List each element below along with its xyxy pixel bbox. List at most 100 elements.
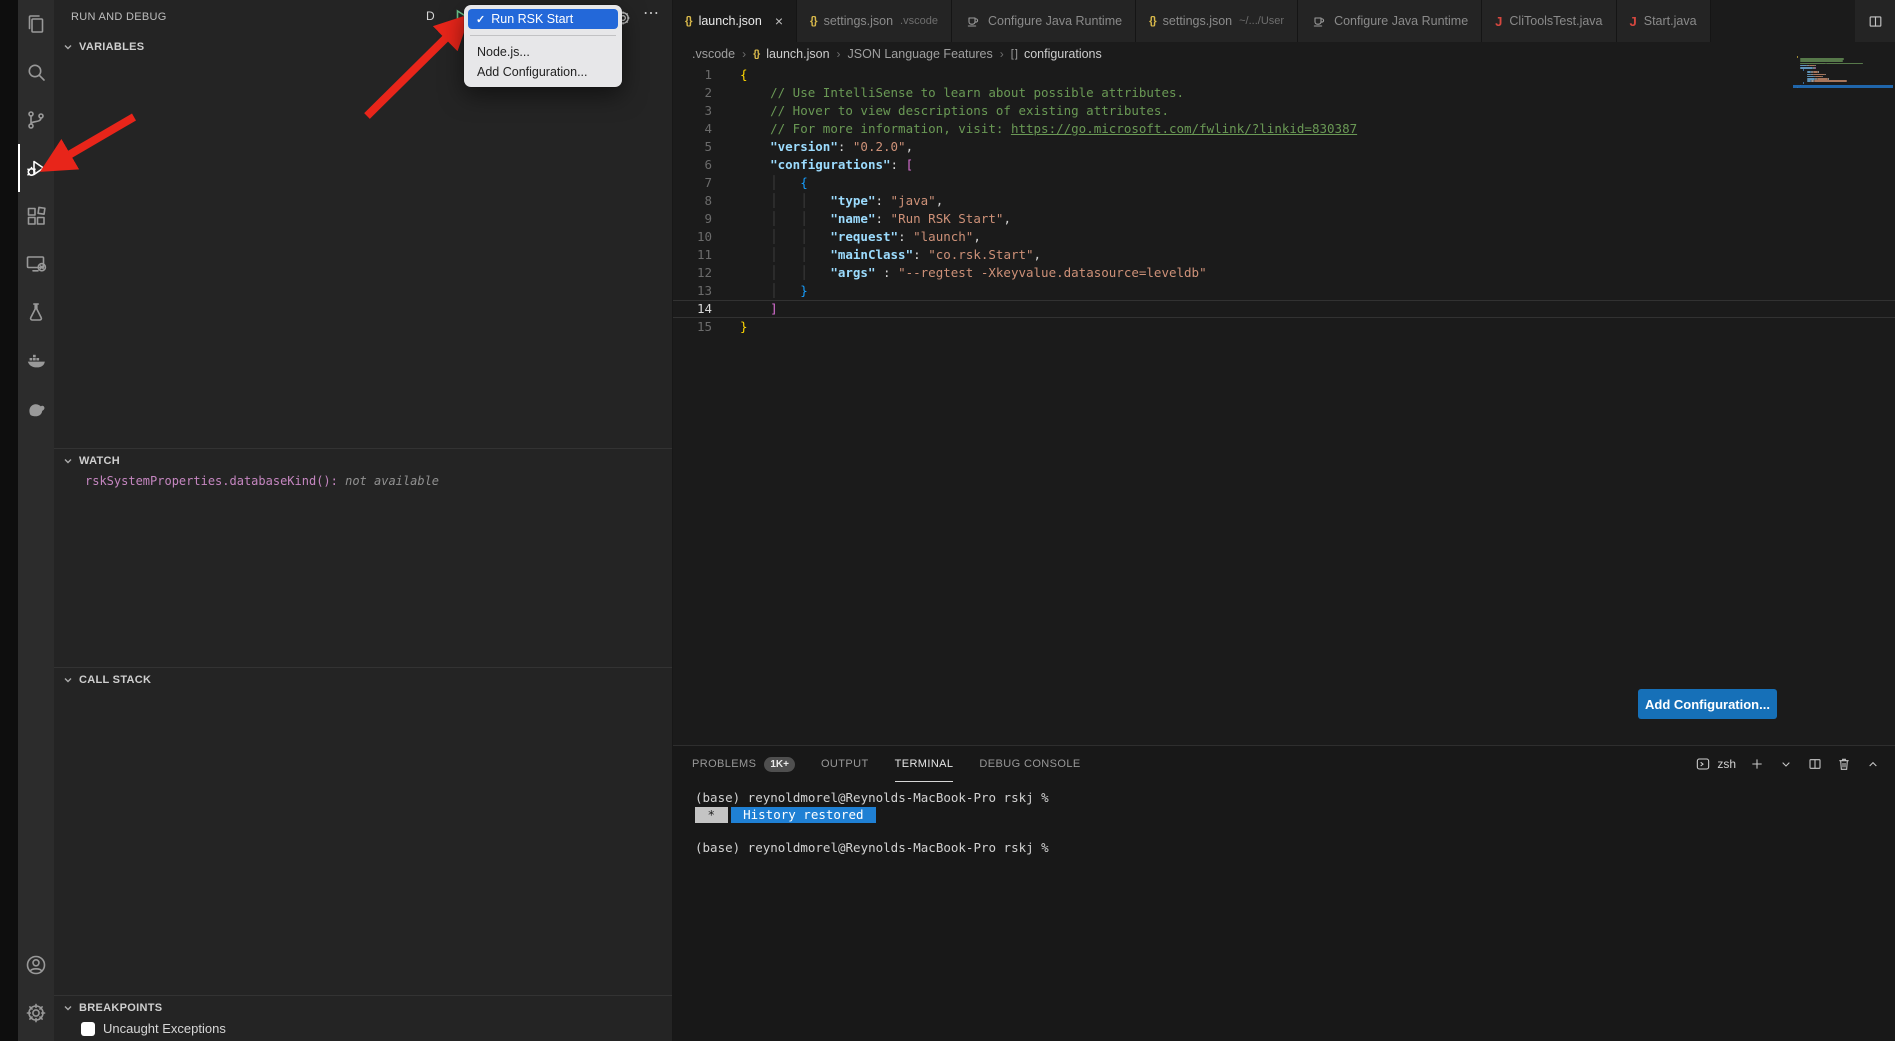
split-terminal-icon[interactable] xyxy=(1807,756,1823,772)
minimap-line xyxy=(1814,80,1847,82)
menu-item-run-rsk-start[interactable]: ✓ Run RSK Start xyxy=(468,9,618,29)
maximize-panel-chevron-icon[interactable] xyxy=(1865,756,1881,772)
panel-tab-output[interactable]: OUTPUT xyxy=(821,746,869,782)
config-select-partial-text[interactable]: D xyxy=(426,9,435,23)
watch-section-header[interactable]: WATCH xyxy=(54,449,672,472)
terminal-output[interactable]: (base) reynoldmorel@Reynolds-MacBook-Pro… xyxy=(695,790,1875,856)
watch-expression-row[interactable]: rskSystemProperties.databaseKind(): not … xyxy=(85,474,672,488)
code-text: // For more information, visit: https://… xyxy=(740,120,1357,138)
problems-count-badge: 1K+ xyxy=(764,757,795,772)
code-line-4[interactable]: 4 // For more information, visit: https:… xyxy=(672,120,1895,138)
sidebar-title: RUN AND DEBUG xyxy=(71,11,167,23)
activity-search-icon[interactable] xyxy=(18,48,54,96)
uncaught-exceptions-label: Uncaught Exceptions xyxy=(103,1021,226,1036)
call-stack-section-header[interactable]: CALL STACK xyxy=(54,668,672,691)
tab-label: settings.json xyxy=(1163,14,1232,28)
java-file-icon: J xyxy=(1495,14,1502,29)
minimap-line xyxy=(1800,67,1813,69)
split-editor-icon[interactable] xyxy=(1855,0,1895,42)
minimap-line xyxy=(1815,67,1816,69)
tab-label: CliToolsTest.java xyxy=(1509,14,1602,28)
activity-docker-icon[interactable] xyxy=(18,336,54,384)
array-symbol-icon: [ ] xyxy=(1011,48,1017,60)
minimap-line xyxy=(1800,60,1842,62)
code-editor[interactable]: 1{2 // Use IntelliSense to learn about p… xyxy=(672,66,1895,336)
activity-gradle-icon[interactable] xyxy=(18,384,54,432)
activity-bar xyxy=(18,0,54,1041)
vscode-window: RUN AND DEBUG D ⋯ VARIABLES WATCH rskSys… xyxy=(0,0,1895,1041)
code-line-2[interactable]: 2 // Use IntelliSense to learn about pos… xyxy=(672,84,1895,102)
breakpoints-label: BREAKPOINTS xyxy=(79,1002,162,1014)
activity-source-control-icon[interactable] xyxy=(18,96,54,144)
panel-tab-terminal[interactable]: TERMINAL xyxy=(895,746,954,782)
minimap-line xyxy=(1826,63,1863,65)
code-line-11[interactable]: 11 │ │ "mainClass": "co.rsk.Start", xyxy=(672,246,1895,264)
menu-separator xyxy=(470,35,616,36)
activity-bar-bottom xyxy=(18,941,54,1037)
tab-configure-java-runtime[interactable]: Configure Java Runtime xyxy=(952,0,1136,42)
code-line-5[interactable]: 5 "version": "0.2.0", xyxy=(672,138,1895,156)
line-number: 12 xyxy=(672,264,712,282)
panel-tab-debug-console[interactable]: DEBUG CONSOLE xyxy=(979,746,1080,782)
activity-run-and-debug-icon[interactable] xyxy=(18,144,54,192)
code-line-14[interactable]: 14 ] xyxy=(672,300,1895,318)
code-text: } xyxy=(740,318,748,336)
menu-item-add-configuration-[interactable]: Add Configuration... xyxy=(468,62,618,82)
code-text: │ │ "name": "Run RSK Start", xyxy=(740,210,1011,228)
add-configuration-button[interactable]: Add Configuration... xyxy=(1638,689,1777,719)
menu-item-label: Run RSK Start xyxy=(491,12,573,26)
line-number: 6 xyxy=(672,156,712,174)
breakpoint-row: Uncaught Exceptions xyxy=(81,1021,672,1036)
tab-hint: .vscode xyxy=(900,15,938,27)
code-text: │ } xyxy=(740,282,808,300)
activity-explorer-icon[interactable] xyxy=(18,0,54,48)
breadcrumb-item[interactable]: .vscode xyxy=(692,47,735,61)
activity-remote-explorer-icon[interactable] xyxy=(18,240,54,288)
checkmark-icon: ✓ xyxy=(476,13,485,26)
code-line-13[interactable]: 13 │ } xyxy=(672,282,1895,300)
code-line-9[interactable]: 9 │ │ "name": "Run RSK Start", xyxy=(672,210,1895,228)
terminal-line: (base) reynoldmorel@Reynolds-MacBook-Pro… xyxy=(695,790,1875,807)
tab-settings-json[interactable]: {}settings.json.vscode xyxy=(797,0,952,42)
code-line-6[interactable]: 6 "configurations": [ xyxy=(672,156,1895,174)
code-text: ] xyxy=(740,300,778,318)
terminal-dropdown-chevron-icon[interactable] xyxy=(1778,756,1794,772)
tab-configure-java-runtime[interactable]: Configure Java Runtime xyxy=(1298,0,1482,42)
code-line-12[interactable]: 12 │ │ "args" : "--regtest -Xkeyvalue.da… xyxy=(672,264,1895,282)
code-line-10[interactable]: 10 │ │ "request": "launch", xyxy=(672,228,1895,246)
kill-terminal-icon[interactable] xyxy=(1836,756,1852,772)
terminal-shell-selector[interactable]: zsh xyxy=(1695,756,1736,772)
code-line-3[interactable]: 3 // Hover to view descriptions of exist… xyxy=(672,102,1895,120)
close-tab-icon[interactable]: × xyxy=(775,13,783,29)
minimap-current-line xyxy=(1793,85,1893,89)
views-more-actions-icon[interactable]: ⋯ xyxy=(643,3,659,23)
panel-tab-label: DEBUG CONSOLE xyxy=(979,758,1080,770)
code-line-7[interactable]: 7 │ { xyxy=(672,174,1895,192)
tab-launch-json[interactable]: {}launch.json× xyxy=(672,0,797,42)
editor-tab-bar: {}launch.json×{}settings.json.vscodeConf… xyxy=(672,0,1895,42)
tab-settings-json[interactable]: {}settings.json~/.../User xyxy=(1136,0,1298,42)
terminal-line: (base) reynoldmorel@Reynolds-MacBook-Pro… xyxy=(695,840,1875,857)
activity-accounts-icon[interactable] xyxy=(18,941,54,989)
java-runtime-cup-icon xyxy=(965,13,981,29)
breadcrumb-item[interactable]: configurations xyxy=(1024,47,1102,61)
new-terminal-icon[interactable] xyxy=(1749,756,1765,772)
activity-extensions-icon[interactable] xyxy=(18,192,54,240)
breadcrumb: .vscode›{}launch.json›JSON Language Feat… xyxy=(672,42,1895,66)
code-line-15[interactable]: 15} xyxy=(672,318,1895,336)
panel-tab-problems[interactable]: PROBLEMS1K+ xyxy=(692,746,795,782)
breadcrumb-item[interactable]: launch.json xyxy=(766,47,829,61)
code-line-1[interactable]: 1{ xyxy=(672,66,1895,84)
minimap[interactable] xyxy=(1793,56,1893,132)
line-number: 14 xyxy=(672,300,712,318)
uncaught-exceptions-checkbox[interactable] xyxy=(81,1022,95,1036)
code-line-8[interactable]: 8 │ │ "type": "java", xyxy=(672,192,1895,210)
activity-manage-settings-icon[interactable] xyxy=(18,989,54,1037)
breadcrumb-item[interactable]: JSON Language Features xyxy=(848,47,993,61)
activity-testing-icon[interactable] xyxy=(18,288,54,336)
tab-start-java[interactable]: JStart.java xyxy=(1617,0,1711,42)
tab-clitoolstest-java[interactable]: J CliToolsTest.java xyxy=(1482,0,1616,42)
menu-item-node-js-[interactable]: Node.js... xyxy=(468,42,618,62)
breakpoints-section-header[interactable]: BREAKPOINTS xyxy=(54,996,672,1019)
minimap-line xyxy=(1825,74,1826,76)
